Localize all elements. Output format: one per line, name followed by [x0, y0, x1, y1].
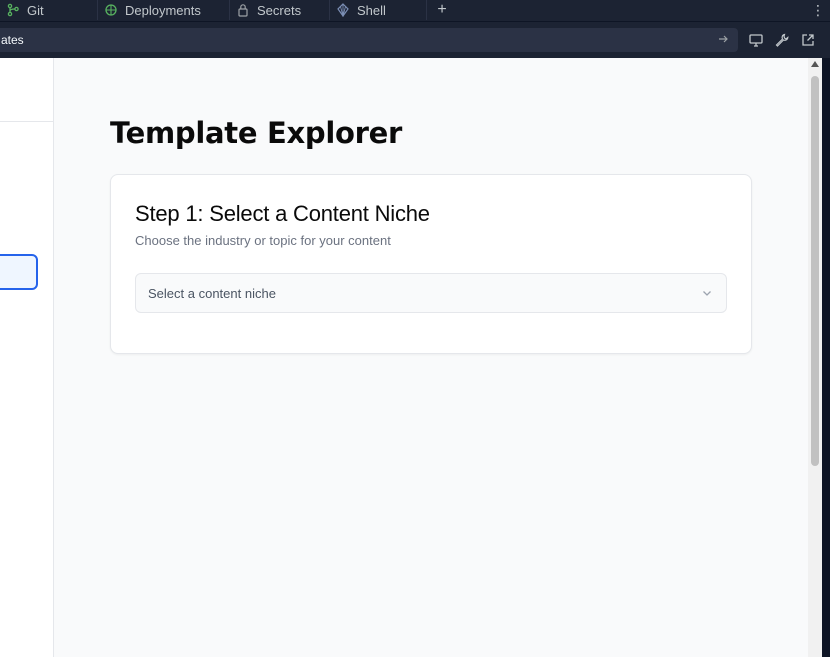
step-description: Choose the industry or topic for your co…	[135, 233, 391, 248]
arrow-right-icon[interactable]	[716, 32, 730, 46]
scroll-up-icon[interactable]	[811, 61, 819, 67]
tab-git[interactable]: Git	[0, 0, 98, 20]
git-branch-icon	[6, 3, 20, 17]
shell-icon	[336, 3, 350, 17]
webview-page: Template Explorer Step 1: Select a Conte…	[0, 58, 822, 657]
page-title: Template Explorer	[110, 116, 403, 150]
external-link-icon[interactable]	[800, 32, 816, 48]
vertical-scrollbar[interactable]	[808, 58, 822, 657]
webview-url-row: ates	[0, 22, 830, 58]
tab-label: Deployments	[125, 2, 201, 18]
tab-label: Secrets	[257, 2, 302, 18]
ide-tab-bar: Git Deployments Secrets Shell + ⋮	[0, 0, 830, 22]
sidebar-divider	[0, 121, 53, 122]
select-placeholder: Select a content niche	[148, 285, 276, 301]
monitor-icon[interactable]	[748, 32, 764, 48]
deployments-icon	[104, 3, 118, 17]
url-text: ates	[1, 33, 24, 47]
add-tab-button[interactable]: +	[427, 0, 457, 20]
tab-shell[interactable]: Shell	[330, 0, 427, 20]
sidebar-active-item[interactable]	[0, 254, 38, 290]
step-card: Step 1: Select a Content Niche Choose th…	[110, 174, 752, 354]
tab-secrets[interactable]: Secrets	[230, 0, 330, 20]
url-input[interactable]: ates	[0, 28, 738, 52]
wrench-icon[interactable]	[774, 32, 790, 48]
content-niche-select[interactable]: Select a content niche	[135, 273, 727, 313]
tab-deployments[interactable]: Deployments	[98, 0, 230, 20]
step-title: Step 1: Select a Content Niche	[135, 201, 430, 226]
more-options-icon[interactable]: ⋮	[806, 0, 830, 20]
scroll-thumb[interactable]	[811, 76, 819, 466]
chevron-down-icon	[700, 286, 714, 300]
tab-label: Shell	[357, 2, 386, 18]
tab-label: Git	[27, 2, 44, 18]
lock-icon	[236, 3, 250, 17]
app-sidebar	[0, 58, 54, 657]
